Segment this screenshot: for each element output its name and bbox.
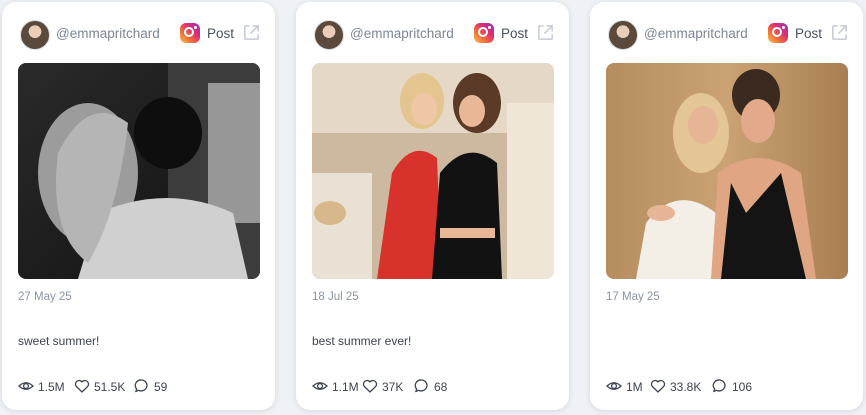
post-card[interactable]: @emmapritchard Post 17 May 25 1M 33.8K 1… [590,2,863,410]
views-count: 1M [626,380,643,394]
post-image[interactable] [606,63,848,279]
comment-icon [712,379,726,393]
comment-icon [134,379,148,393]
eye-icon [18,382,34,390]
post-card[interactable]: @emmapritchard Post 27 May 25 sweet summ… [2,2,275,410]
post-caption: sweet summer! [18,334,100,348]
avatar[interactable] [314,20,344,50]
comment-icon [414,379,428,393]
account-handle[interactable]: @emmapritchard [350,26,454,41]
comments-count: 68 [434,380,448,394]
external-link-icon[interactable] [536,23,555,42]
account-handle[interactable]: @emmapritchard [644,26,748,41]
heart-icon [362,379,378,393]
instagram-icon [180,23,200,43]
likes-count: 33.8K [670,380,702,394]
views-count: 1.1M [332,380,359,394]
comments-count: 106 [732,380,753,394]
post-type-label: Post [501,26,529,41]
post-type-label: Post [795,26,823,41]
post-date: 17 May 25 [606,291,660,303]
avatar[interactable] [20,20,50,50]
post-header: @emmapritchard Post [606,18,847,52]
account-handle[interactable]: @emmapritchard [56,26,160,41]
likes-count: 37K [382,380,404,394]
instagram-icon [474,23,494,43]
post-header: @emmapritchard Post [18,18,259,52]
post-date: 18 Jul 25 [312,291,359,303]
post-image[interactable] [312,63,554,279]
likes-count: 51.5K [94,380,126,394]
post-type-label: Post [207,26,235,41]
post-date: 27 May 25 [18,291,72,303]
eye-icon [312,382,328,390]
external-link-icon[interactable] [242,23,261,42]
post-card[interactable]: @emmapritchard Post 18 Jul 25 best summe… [296,2,569,410]
instagram-icon [768,23,788,43]
external-link-icon[interactable] [830,23,849,42]
post-caption: best summer ever! [312,334,412,348]
eye-icon [606,382,622,390]
views-count: 1.5M [38,380,65,394]
post-image[interactable] [18,63,260,279]
heart-icon [74,379,90,393]
post-header: @emmapritchard Post [312,18,553,52]
avatar[interactable] [608,20,638,50]
comments-count: 59 [154,380,168,394]
heart-icon [650,379,666,393]
